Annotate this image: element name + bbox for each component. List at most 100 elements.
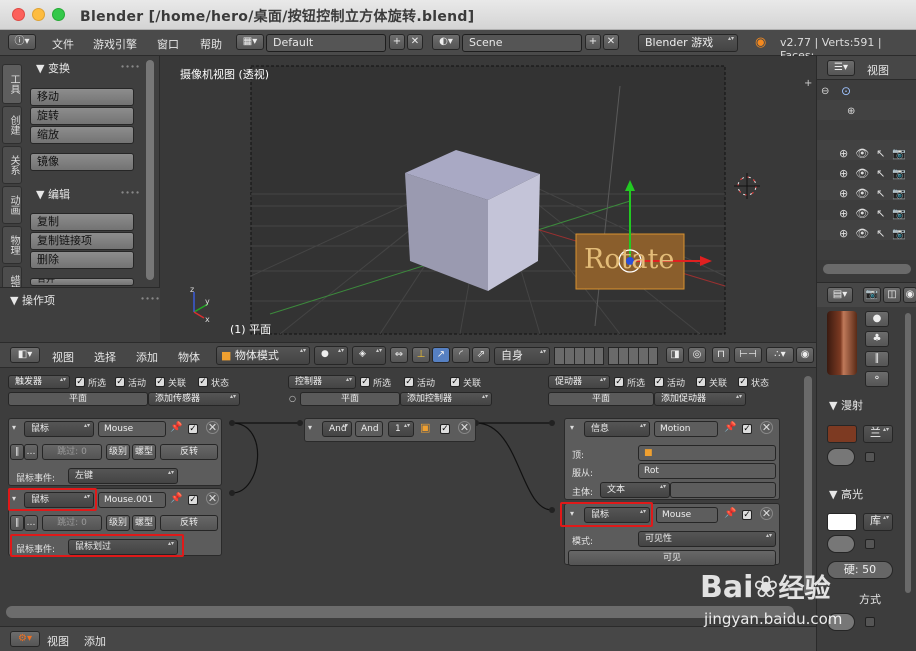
layers-grid-2[interactable] (608, 347, 658, 365)
preview-type-icon[interactable]: ♣ (865, 331, 889, 347)
pin-icon[interactable]: 📌 (170, 422, 182, 433)
subject-field[interactable]: Rot (638, 463, 776, 479)
menu-object[interactable]: 物体 (178, 349, 200, 365)
diffuse-ramp-toggle[interactable] (827, 448, 855, 466)
tab-physics[interactable]: 物理 (2, 226, 22, 264)
outliner-row[interactable]: ⊕ 👁 ↖ 📷 (839, 204, 915, 224)
outliner-row[interactable]: ⊕ 👁 ↖ 📷 (839, 144, 915, 164)
actuator1-active-check[interactable]: ✓ (742, 424, 752, 434)
mirror-button[interactable]: 镜像 (30, 153, 134, 171)
proportional-edit-icon[interactable]: ◎ (688, 347, 706, 363)
logic-vertical-scrollbar[interactable] (804, 376, 812, 596)
menu-add[interactable]: 添加 (136, 349, 158, 365)
outliner-row[interactable]: ⊕ 👁 ↖ 📷 (839, 184, 915, 204)
viewport-corner-icon[interactable]: + (804, 78, 812, 89)
delete-button[interactable]: 删除 (30, 251, 134, 269)
translate-button[interactable]: 移动 (30, 88, 134, 106)
actuator2-active-check[interactable]: ✓ (742, 510, 752, 520)
tap-button[interactable]: 螺型 (132, 444, 156, 460)
tab-tools[interactable]: 工具 (2, 64, 22, 104)
add-scene-icon[interactable]: + (585, 34, 601, 50)
sensor1-event-select[interactable]: 左键 (68, 468, 178, 484)
tab-render-icon[interactable]: 📷 (863, 287, 881, 303)
sensor1-type-select[interactable]: 鼠标 (24, 421, 94, 437)
render-preview-icon[interactable]: ◉ (796, 347, 814, 363)
delete-scene-icon[interactable]: ✕ (603, 34, 619, 50)
scene-field[interactable]: Scene (462, 34, 582, 52)
level-button[interactable]: 级别 (106, 444, 130, 460)
render-engine-select[interactable]: Blender 游戏 (638, 34, 738, 52)
preview-type-icon[interactable]: ∥ (865, 351, 889, 367)
delete-layout-icon[interactable]: ✕ (407, 34, 423, 50)
scene-icon[interactable]: ◐▾ (432, 34, 460, 50)
mode-select[interactable]: ■ 物体模式 (216, 346, 310, 365)
screen-layout-icon[interactable]: ▦▾ (236, 34, 264, 50)
minimize-window-button[interactable] (32, 8, 45, 21)
preview-type-icon[interactable]: ⚬ (865, 371, 889, 387)
remove-sensor1-icon[interactable]: ✕ (206, 421, 219, 434)
snap-icon[interactable]: ⊓ (712, 347, 730, 363)
snap-element-icon[interactable]: ∴▾ (766, 347, 794, 363)
diffuse-ramp-check[interactable] (865, 452, 875, 462)
remove-actuator1-icon[interactable]: ✕ (760, 421, 773, 434)
menu-game-engine[interactable]: 游戏引擎 (93, 36, 137, 52)
specular-ramp-check[interactable] (865, 539, 875, 549)
specular-color-swatch[interactable] (827, 513, 857, 531)
pivot-select[interactable]: ◈ (352, 346, 386, 365)
outliner-row[interactable]: ⊕ 👁 ↖ 📷 (839, 164, 915, 184)
true-pulse-button[interactable]: ∥ (10, 444, 24, 460)
controller-active-check[interactable]: ✓ (440, 424, 450, 434)
outliner-row[interactable]: ⊕ 👁 ↖ 📷 (839, 224, 915, 244)
footer-menu-view[interactable]: 视图 (47, 633, 69, 649)
layers-grid-1[interactable] (554, 347, 604, 365)
bookmark-icon[interactable]: ▣ (420, 421, 430, 434)
visible-toggle[interactable]: 可见 (568, 550, 776, 566)
menu-select[interactable]: 选择 (94, 349, 116, 365)
footer-menu-add[interactable]: 添加 (84, 633, 106, 649)
true-pulse-button[interactable]: ∥ (10, 515, 24, 531)
actuator2-mode-select[interactable]: 可见性 (638, 531, 776, 547)
sensor1-name-field[interactable]: Mouse (98, 421, 166, 437)
layout-field[interactable]: Default (266, 34, 386, 52)
remove-actuator2-icon[interactable]: ✕ (760, 507, 773, 520)
controller-name-field[interactable]: And (355, 421, 383, 437)
collapse-icon[interactable]: ▾ (570, 423, 574, 432)
tool-shelf-scrollbar[interactable] (146, 60, 154, 280)
manipulator-icon[interactable]: ⇔ (390, 347, 408, 363)
invert-button[interactable]: 反转 (160, 444, 218, 460)
skip-field[interactable]: 跳过: 0 (42, 515, 102, 531)
orientation-select[interactable]: 自身 (494, 347, 550, 365)
actuator1-type-select[interactable]: 信息 (584, 421, 650, 437)
sensor1-active-check[interactable]: ✓ (188, 424, 198, 434)
info-editor-icon[interactable]: ⓘ▾ (8, 34, 36, 50)
controller-state-select[interactable]: 1 (388, 421, 414, 437)
remove-sensor2-icon[interactable]: ✕ (206, 492, 219, 505)
controller-type-select[interactable]: And (322, 421, 352, 437)
skip-field[interactable]: 跳过: 0 (42, 444, 102, 460)
zoom-window-button[interactable] (52, 8, 65, 21)
transform-axis-icon[interactable]: ⊥ (412, 347, 430, 363)
outliner-view-menu[interactable]: 视图 (867, 62, 889, 78)
transform-header[interactable]: ▼ 变换 (36, 60, 70, 76)
tab-create[interactable]: 创建 (2, 106, 22, 144)
false-pulse-button[interactable]: … (24, 515, 38, 531)
to-field[interactable]: ■ (638, 445, 776, 461)
pin-icon[interactable]: 📌 (724, 422, 736, 433)
sensor2-active-check[interactable]: ✓ (188, 495, 198, 505)
specular-shader-select[interactable]: 库 (863, 513, 893, 531)
close-window-button[interactable] (12, 8, 25, 21)
scale-manipulator-icon[interactable]: ⇗ (472, 347, 490, 363)
rotate-manipulator-icon[interactable]: ◜ (452, 347, 470, 363)
outliner-scrollbar[interactable] (823, 264, 911, 274)
collapse-icon[interactable]: ▾ (12, 423, 16, 432)
3d-viewport[interactable]: y z x 摄像机视图 (透视) (1) 平面 Rotate + (160, 56, 816, 342)
sensor2-name-field[interactable]: Mouse.001 (98, 492, 166, 508)
pin-icon[interactable]: 📌 (724, 508, 736, 519)
logic-horizontal-scrollbar[interactable] (6, 606, 794, 618)
tab-world-icon[interactable]: ◉ (903, 287, 916, 303)
lock-layers-icon[interactable]: ◨ (666, 347, 684, 363)
duplicate-linked-button[interactable]: 复制链接项 (30, 232, 134, 250)
tab-relations[interactable]: 关系 (2, 146, 22, 184)
menu-help[interactable]: 帮助 (200, 36, 222, 52)
actuator1-name-field[interactable]: Motion (654, 421, 718, 437)
